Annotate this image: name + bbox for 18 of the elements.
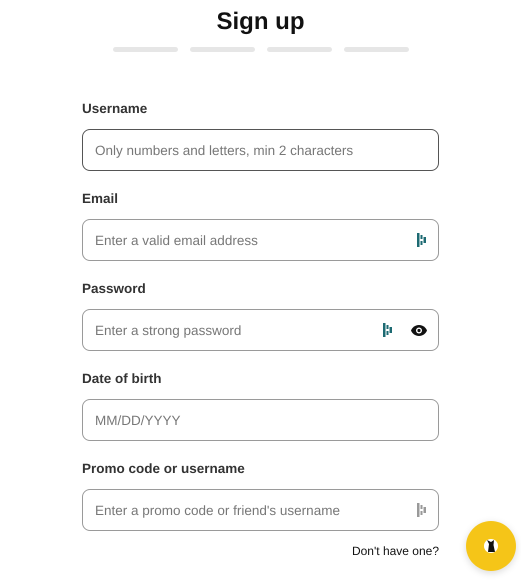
input-field[interactable]: Only numbers and letters, min 2 characters — [82, 129, 439, 171]
help-chat-button[interactable] — [466, 521, 516, 571]
pet-icon — [483, 537, 499, 555]
page-title: Sign up — [216, 7, 306, 37]
password-manager-icon[interactable] — [417, 233, 427, 247]
input-field[interactable]: Enter a valid email address — [82, 219, 439, 261]
field-label: Email — [82, 191, 120, 207]
password-manager-icon[interactable] — [417, 503, 427, 517]
show-password-icon[interactable] — [411, 324, 427, 336]
input-field[interactable]: Enter a strong password — [82, 309, 439, 351]
password-manager-icon[interactable] — [383, 323, 393, 337]
promo-hint-link[interactable]: Don't have one? — [352, 544, 439, 558]
field-label: Password — [82, 281, 147, 297]
field-label: Username — [82, 101, 148, 117]
field-label: Promo code or username — [82, 461, 246, 477]
input-field[interactable]: Enter a promo code or friend's username — [82, 489, 439, 531]
field-label: Date of birth — [82, 371, 162, 387]
input-field[interactable]: MM/DD/YYYY — [82, 399, 439, 441]
